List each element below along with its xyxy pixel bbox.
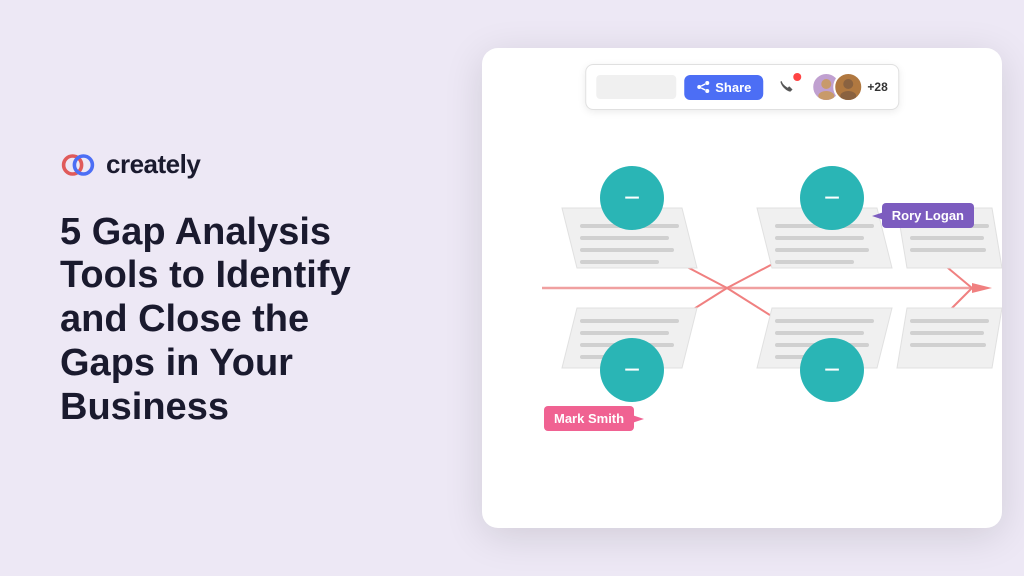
phone-icon — [778, 78, 796, 96]
left-panel: creately 5 Gap Analysis Tools to Identif… — [0, 99, 460, 477]
page-headline: 5 Gap Analysis Tools to Identify and Clo… — [60, 211, 412, 429]
node-top-left — [600, 166, 664, 230]
logo-text: creately — [106, 149, 200, 180]
mark-smith-label: Mark Smith — [544, 406, 634, 431]
creately-logo-icon — [60, 147, 96, 183]
avatar-2 — [833, 72, 863, 102]
rory-name: Rory Logan — [892, 208, 964, 223]
share-icon — [696, 80, 710, 94]
logo-area: creately — [60, 147, 412, 183]
mark-arrow — [632, 413, 644, 425]
extra-users-count: +28 — [867, 80, 887, 94]
toolbar-search-bar — [596, 75, 676, 99]
share-button[interactable]: Share — [684, 75, 763, 100]
share-label: Share — [715, 80, 751, 95]
call-active-indicator — [793, 73, 801, 81]
node-bottom-right — [800, 338, 864, 402]
rory-arrow — [872, 210, 884, 222]
fishbone-diagram — [482, 48, 1002, 528]
node-top-right — [800, 166, 864, 230]
right-panel: Share — [460, 0, 1024, 576]
diagram-card: Share — [482, 48, 1002, 528]
toolbar: Share — [585, 64, 899, 110]
rory-logan-label: Rory Logan — [882, 203, 974, 228]
avatars-group: +28 — [811, 72, 887, 102]
mark-name: Mark Smith — [554, 411, 624, 426]
avatar-2-image — [835, 74, 861, 100]
phone-button[interactable] — [771, 71, 803, 103]
node-bottom-left — [600, 338, 664, 402]
